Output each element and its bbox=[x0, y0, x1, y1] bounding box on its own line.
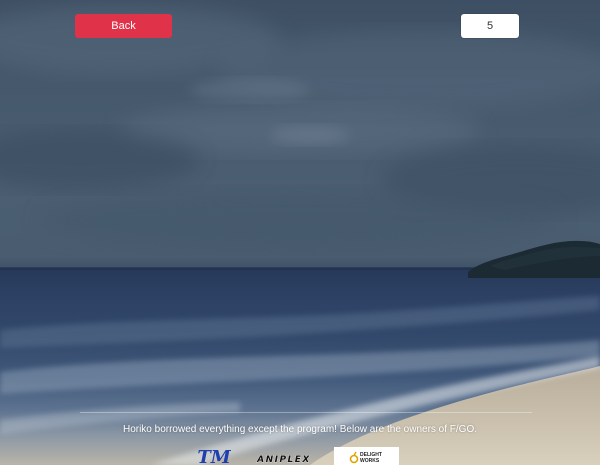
tm-logo-text: TM bbox=[197, 447, 231, 465]
beach-background bbox=[0, 0, 600, 465]
credits-text: Horiko borrowed everything except the pr… bbox=[122, 424, 478, 435]
footer-divider bbox=[80, 412, 532, 413]
aniplex-logo-text: ANIPLEX bbox=[256, 455, 311, 465]
count-display: 5 bbox=[461, 14, 519, 38]
surf-and-sand bbox=[0, 296, 600, 465]
back-button[interactable]: Back bbox=[75, 14, 172, 38]
delightworks-logo-text-2: WORKS bbox=[360, 458, 380, 464]
tm-logo: TM bbox=[197, 447, 231, 465]
aniplex-logo: ANIPLEX bbox=[256, 455, 311, 465]
delightworks-logo: DELIGHT WORKS bbox=[334, 447, 399, 465]
